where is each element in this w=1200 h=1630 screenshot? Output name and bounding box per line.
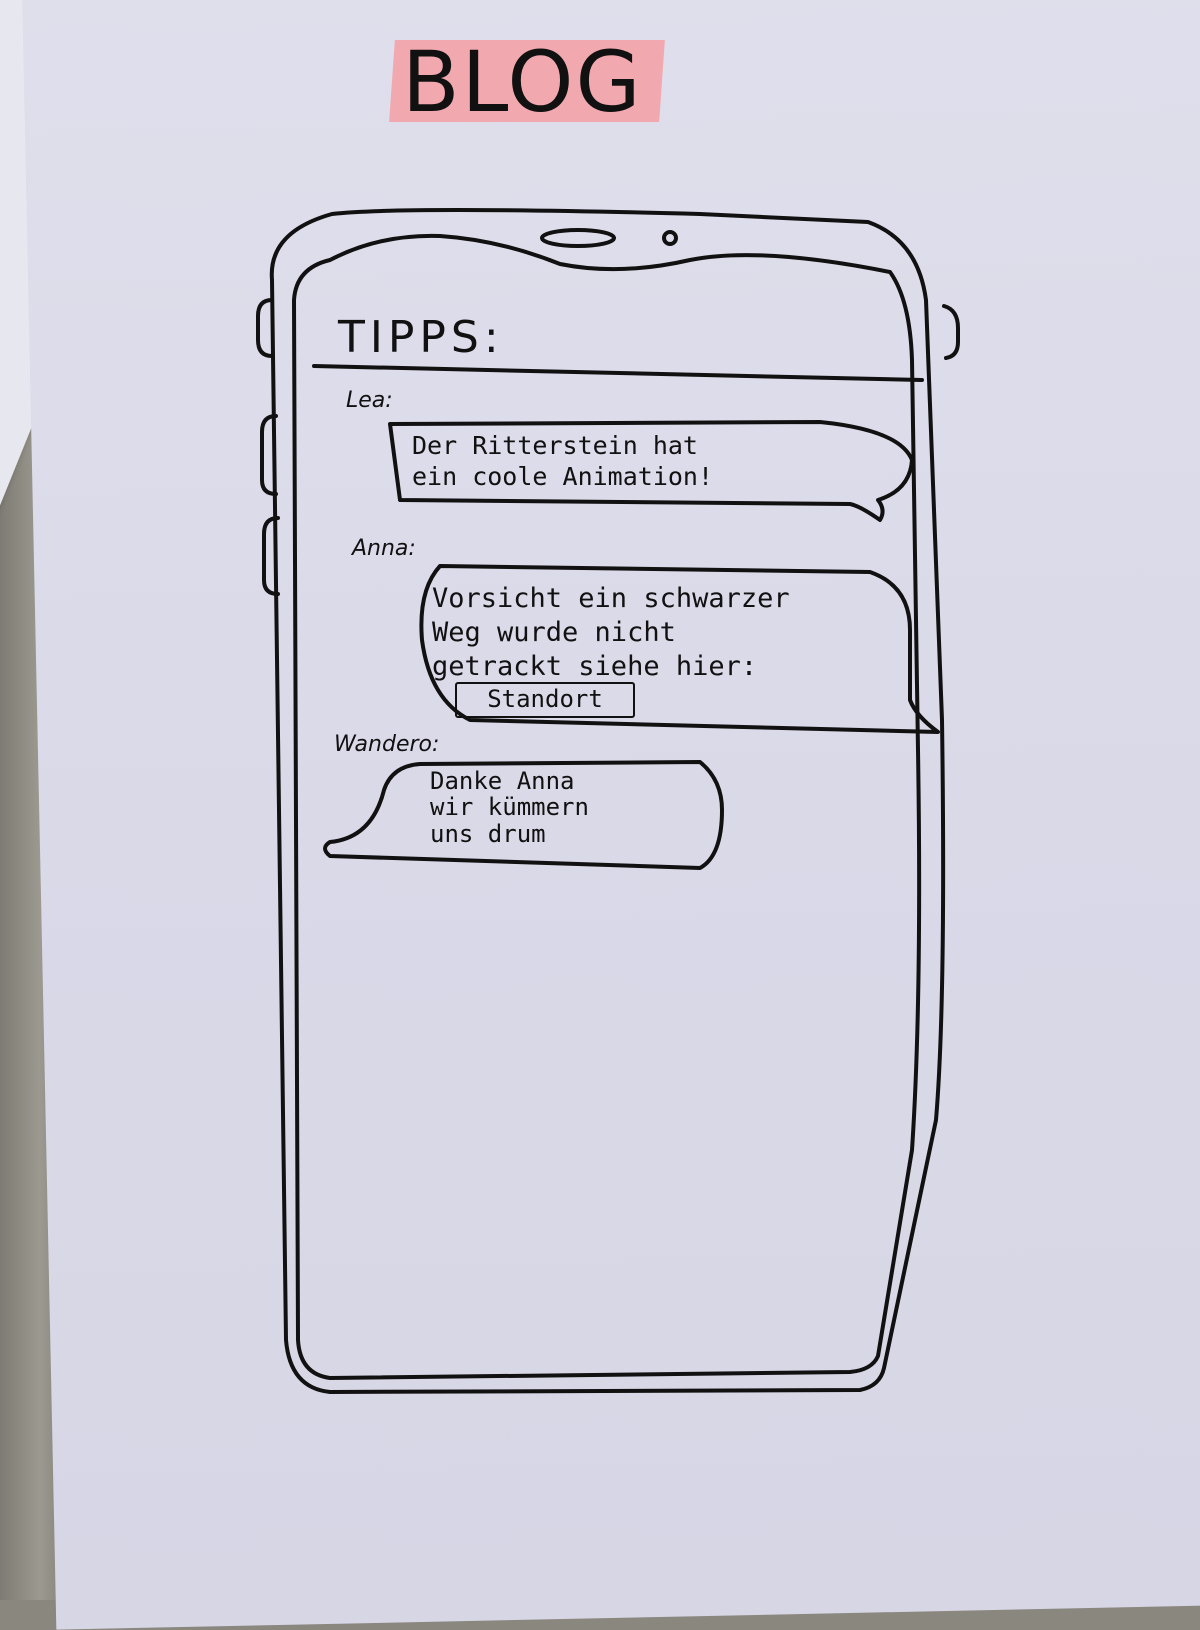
author-anna: Anna: — [352, 536, 416, 561]
author-wandero: Wandero: — [334, 732, 440, 757]
message-wandero: Danke Anna wir kümmern uns drum — [430, 767, 589, 848]
phone-sketch — [256, 208, 960, 1394]
camera-dot — [662, 230, 678, 246]
screen-title: TIPPS: — [338, 312, 504, 363]
header-divider — [312, 364, 924, 382]
author-lea: Lea: — [346, 388, 393, 413]
message-anna: Vorsicht ein schwarzer Weg wurde nicht g… — [432, 583, 790, 682]
side-button-right — [942, 304, 960, 360]
standort-button[interactable]: Standort — [455, 682, 635, 718]
speaker-slot — [540, 228, 616, 248]
side-button-1 — [256, 298, 274, 358]
message-lea: Der Ritterstein hat ein coole Animation! — [412, 431, 714, 492]
